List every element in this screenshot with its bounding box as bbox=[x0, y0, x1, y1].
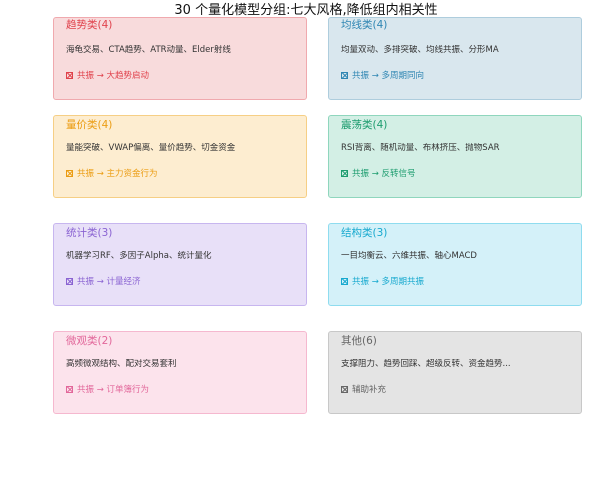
group-models: 海龟交易、CTA趋势、ATR动量、Elder射线 bbox=[66, 45, 231, 55]
group-name: 趋势类(4) bbox=[66, 19, 113, 31]
broken-image-icon bbox=[66, 170, 73, 177]
group-card-volume-price: 量价类(4) 量能突破、VWAP偏离、量价趋势、切金资金 共振 → 主力资金行为 bbox=[53, 115, 307, 198]
group-note: 共振 → 订单簿行为 bbox=[66, 385, 149, 396]
group-card-statistical: 统计类(3) 机器学习RF、多因子Alpha、统计量化 共振 → 计量经济 bbox=[53, 223, 307, 306]
group-note: 共振 → 大趋势启动 bbox=[66, 71, 149, 82]
group-card-trend: 趋势类(4) 海龟交易、CTA趋势、ATR动量、Elder射线 共振 → 大趋势… bbox=[53, 17, 307, 100]
group-models: 均量双动、多排突破、均线共振、分形MA bbox=[341, 45, 499, 55]
page: 30 个量化模型分组:七大风格,降低组内相关性 趋势类(4) 海龟交易、CTA趋… bbox=[0, 0, 612, 500]
group-note: 共振 → 主力资金行为 bbox=[66, 169, 158, 180]
group-card-moving-average: 均线类(4) 均量双动、多排突破、均线共振、分形MA 共振 → 多周期同向 bbox=[328, 17, 582, 100]
group-models: 支撑阻力、趋势回踩、超级反转、资金趋势... bbox=[341, 359, 511, 369]
group-name: 统计类(3) bbox=[66, 227, 113, 239]
group-models: 一目均衡云、六维共振、轴心MACD bbox=[341, 251, 477, 261]
broken-image-icon bbox=[341, 72, 348, 79]
group-note-text: 共振 → 计量经济 bbox=[77, 277, 141, 287]
group-note-text: 共振 → 反转信号 bbox=[352, 169, 416, 179]
group-card-structure: 结构类(3) 一目均衡云、六维共振、轴心MACD 共振 → 多周期共振 bbox=[328, 223, 582, 306]
group-note-text: 辅助补充 bbox=[352, 385, 387, 395]
group-models: RSI背离、随机动量、布林挤压、抛物SAR bbox=[341, 143, 500, 153]
broken-image-icon bbox=[341, 278, 348, 285]
group-name: 结构类(3) bbox=[341, 227, 388, 239]
group-note: 共振 → 反转信号 bbox=[341, 169, 416, 180]
group-note-text: 共振 → 主力资金行为 bbox=[77, 169, 158, 179]
group-card-oscillator: 震荡类(4) RSI背离、随机动量、布林挤压、抛物SAR 共振 → 反转信号 bbox=[328, 115, 582, 198]
group-note: 共振 → 多周期共振 bbox=[341, 277, 424, 288]
group-note-text: 共振 → 多周期同向 bbox=[352, 71, 425, 81]
group-name: 均线类(4) bbox=[341, 19, 388, 31]
broken-image-icon bbox=[66, 386, 73, 393]
group-note: 共振 → 多周期同向 bbox=[341, 71, 424, 82]
group-models: 高频微观结构、配对交易套利 bbox=[66, 359, 177, 369]
broken-image-icon bbox=[341, 386, 348, 393]
group-card-other: 其他(6) 支撑阻力、趋势回踩、超级反转、资金趋势... 辅助补充 bbox=[328, 331, 582, 414]
group-models: 机器学习RF、多因子Alpha、统计量化 bbox=[66, 251, 212, 261]
group-note-text: 共振 → 多周期共振 bbox=[352, 277, 425, 287]
broken-image-icon bbox=[66, 72, 73, 79]
group-name: 震荡类(4) bbox=[341, 119, 388, 131]
group-note-text: 共振 → 大趋势启动 bbox=[77, 71, 150, 81]
group-models: 量能突破、VWAP偏离、量价趋势、切金资金 bbox=[66, 143, 236, 153]
broken-image-icon bbox=[341, 170, 348, 177]
group-name: 其他(6) bbox=[341, 335, 377, 347]
group-note: 辅助补充 bbox=[341, 385, 386, 396]
group-note: 共振 → 计量经济 bbox=[66, 277, 141, 288]
group-card-microstructure: 微观类(2) 高频微观结构、配对交易套利 共振 → 订单簿行为 bbox=[53, 331, 307, 414]
broken-image-icon bbox=[66, 278, 73, 285]
group-name: 量价类(4) bbox=[66, 119, 113, 131]
group-note-text: 共振 → 订单簿行为 bbox=[77, 385, 150, 395]
group-name: 微观类(2) bbox=[66, 335, 113, 347]
